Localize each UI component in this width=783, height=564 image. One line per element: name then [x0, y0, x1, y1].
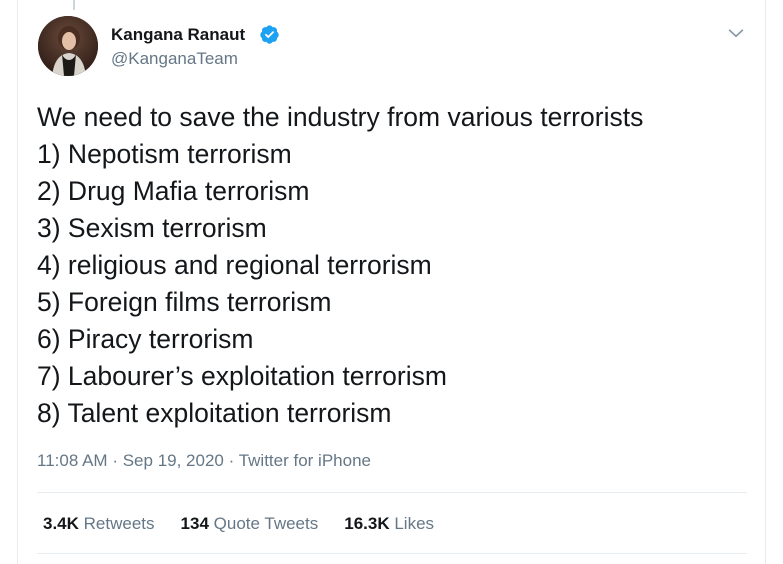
- retweets-label: Retweets: [83, 514, 155, 533]
- tweet-meta: 11:08 AM · Sep 19, 2020 · Twitter for iP…: [37, 451, 371, 471]
- likes-label: Likes: [394, 514, 435, 533]
- verified-badge-icon: [260, 25, 279, 44]
- thread-connector: [73, 0, 75, 10]
- retweets-count: 3.4K: [43, 514, 79, 533]
- tweet-line: 3) Sexism terrorism: [37, 213, 267, 243]
- meta-separator: ·: [228, 451, 235, 470]
- divider: [37, 492, 747, 493]
- tweet-time-link[interactable]: 11:08 AM: [37, 451, 108, 470]
- tweet-line: 2) Drug Mafia terrorism: [37, 176, 310, 206]
- chevron-down-icon[interactable]: [725, 22, 747, 44]
- tweet-line: We need to save the industry from variou…: [37, 102, 644, 132]
- user-handle[interactable]: @KanganaTeam: [111, 49, 238, 69]
- tweet-line: 7) Labourer’s exploitation terrorism: [37, 361, 447, 391]
- quote-tweets-count: 134: [180, 514, 209, 533]
- tweet-line: 1) Nepotism terrorism: [37, 139, 292, 169]
- tweet-date-link[interactable]: Sep 19, 2020: [123, 451, 224, 470]
- tweet-source-link[interactable]: Twitter for iPhone: [239, 451, 371, 470]
- tweet-line: 4) religious and regional terrorism: [37, 250, 432, 280]
- tweet-line: 5) Foreign films terrorism: [37, 287, 332, 317]
- tweet-line: 6) Piracy terrorism: [37, 324, 254, 354]
- likes-stat[interactable]: 16.3K Likes: [344, 514, 434, 534]
- likes-count: 16.3K: [344, 514, 390, 533]
- divider: [37, 553, 747, 554]
- avatar[interactable]: [38, 16, 98, 76]
- meta-separator: ·: [112, 451, 118, 470]
- retweets-stat[interactable]: 3.4K Retweets: [43, 514, 155, 534]
- tweet-line: 8) Talent exploitation terrorism: [37, 398, 392, 428]
- display-name[interactable]: Kangana Ranaut: [111, 25, 245, 45]
- tweet-text: We need to save the industry from variou…: [37, 99, 747, 432]
- tweet-card: Kangana Ranaut @KanganaTeam We need to s…: [17, 0, 766, 564]
- tweet-stats: 3.4K Retweets 134 Quote Tweets 16.3K Lik…: [43, 514, 434, 534]
- quote-tweets-stat[interactable]: 134 Quote Tweets: [181, 514, 319, 534]
- profile-photo-icon: [38, 16, 98, 76]
- quote-tweets-label: Quote Tweets: [213, 514, 319, 533]
